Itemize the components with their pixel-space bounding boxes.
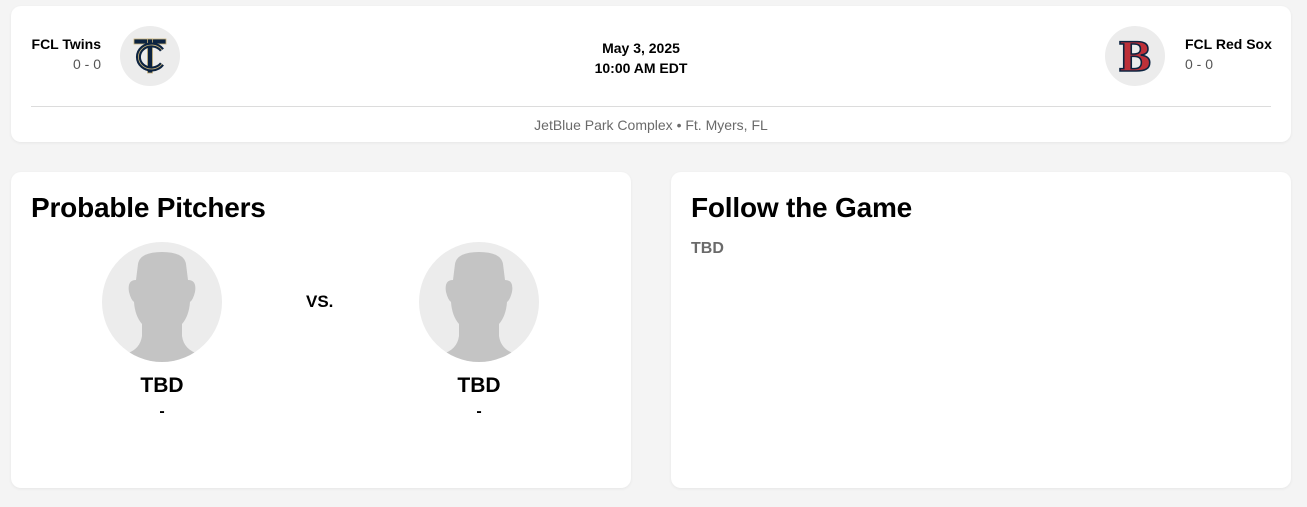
divider [31, 106, 1271, 107]
player-silhouette-icon [419, 242, 539, 362]
matchup-card: FCL Twins 0 - 0 May 3, 2025 10:00 AM EDT… [11, 6, 1291, 142]
away-team[interactable]: FCL Twins 0 - 0 [31, 36, 101, 72]
home-pitcher-stat: - [476, 403, 482, 420]
follow-the-game-card: Follow the Game TBD [671, 172, 1291, 488]
game-time: 10:00 AM EDT [594, 60, 688, 76]
home-team-name[interactable]: FCL Red Sox [1185, 36, 1272, 52]
home-team-record: 0 - 0 [1185, 56, 1214, 72]
player-silhouette-icon [102, 242, 222, 362]
twins-logo-icon[interactable] [120, 26, 180, 86]
probable-pitchers-card: Probable Pitchers TBD - VS. TBD - [11, 172, 631, 488]
away-pitcher-stat: - [159, 403, 165, 420]
away-probable-pitcher: TBD - [92, 242, 232, 422]
home-probable-pitcher: TBD - [409, 242, 549, 422]
venue-label: JetBlue Park Complex • Ft. Myers, FL [534, 117, 768, 133]
away-team-name[interactable]: FCL Twins [31, 36, 101, 52]
home-team[interactable]: FCL Red Sox 0 - 0 [1185, 36, 1272, 72]
game-date: May 3, 2025 [602, 40, 680, 56]
follow-the-game-value: TBD [691, 240, 724, 257]
follow-the-game-title: Follow the Game [691, 192, 913, 223]
probable-pitchers-title: Probable Pitchers [31, 192, 266, 223]
away-pitcher-name: TBD [140, 374, 184, 397]
red-sox-logo-icon[interactable]: B [1105, 26, 1165, 86]
vs-label: VS. [306, 292, 334, 311]
svg-text:B: B [1118, 34, 1152, 78]
game-datetime: May 3, 2025 10:00 AM EDT [551, 38, 731, 78]
away-team-record: 0 - 0 [72, 56, 101, 72]
home-pitcher-name: TBD [457, 374, 501, 397]
